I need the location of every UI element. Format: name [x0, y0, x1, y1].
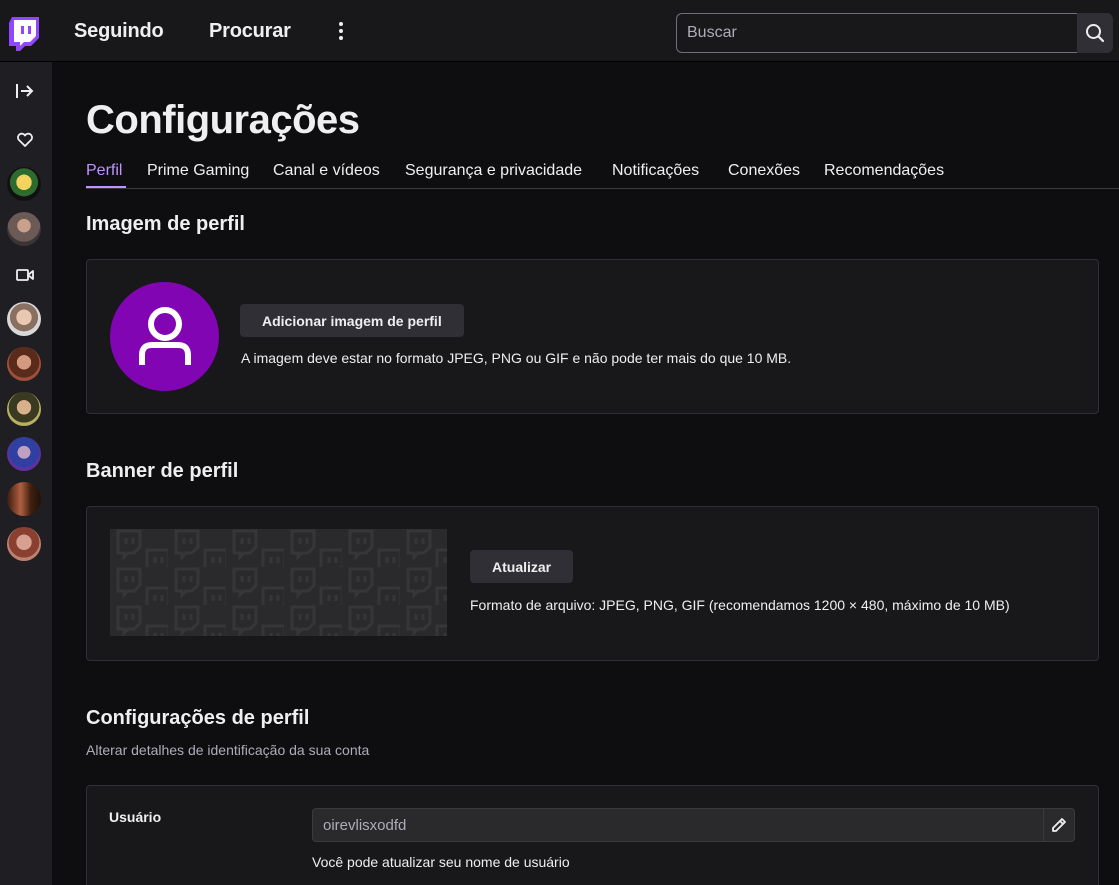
page-title: Configurações	[86, 98, 360, 142]
followed-channel-avatar[interactable]	[7, 437, 41, 471]
edit-username-button[interactable]	[1044, 808, 1075, 842]
more-options-icon[interactable]	[331, 20, 351, 44]
tab-recommendations[interactable]: Recomendações	[824, 162, 944, 180]
banner-hint: Formato de arquivo: JPEG, PNG, GIF (reco…	[470, 597, 1010, 613]
side-nav	[0, 62, 52, 885]
user-placeholder-icon	[138, 306, 191, 365]
active-tab-indicator	[86, 186, 126, 188]
profile-avatar[interactable]	[110, 282, 219, 391]
tab-security-privacy[interactable]: Segurança e privacidade	[405, 162, 582, 180]
followed-channel-avatar[interactable]	[7, 527, 41, 561]
search-input[interactable]	[676, 13, 1077, 53]
followed-channel-avatar[interactable]	[7, 167, 41, 201]
update-banner-button[interactable]: Atualizar	[470, 550, 574, 583]
tab-channel-videos[interactable]: Canal e vídeos	[273, 162, 380, 180]
top-nav: Seguindo Procurar	[0, 0, 1119, 62]
followed-channel-avatar[interactable]	[7, 347, 41, 381]
camera-icon[interactable]	[13, 263, 37, 287]
tab-notifications[interactable]: Notificações	[612, 162, 699, 180]
twitch-logo-icon[interactable]	[9, 17, 39, 51]
banner-title: Banner de perfil	[86, 460, 239, 482]
banner-card: Atualizar Formato de arquivo: JPEG, PNG,…	[86, 506, 1099, 661]
search-button[interactable]	[1077, 13, 1113, 53]
banner-preview[interactable]	[110, 529, 447, 636]
profile-settings-subtitle: Alterar detalhes de identificação da sua…	[86, 742, 370, 758]
tab-prime-gaming[interactable]: Prime Gaming	[147, 162, 249, 180]
followed-channel-avatar[interactable]	[7, 212, 41, 246]
settings-tabs: Perfil Prime Gaming Canal e vídeos Segur…	[86, 159, 1119, 189]
profile-image-card: Adicionar imagem de perfil A imagem deve…	[86, 259, 1099, 414]
profile-image-title: Imagem de perfil	[86, 213, 245, 235]
nav-browse[interactable]: Procurar	[209, 20, 291, 43]
pencil-icon	[1052, 818, 1066, 832]
glitch-pattern-icon	[110, 529, 447, 636]
profile-settings-card: Usuário Você pode atualizar seu nome de …	[86, 785, 1099, 885]
search-icon	[1086, 24, 1105, 43]
add-profile-image-button[interactable]: Adicionar imagem de perfil	[240, 304, 464, 337]
nav-following[interactable]: Seguindo	[74, 20, 164, 43]
settings-main: Configurações Perfil Prime Gaming Canal …	[52, 62, 1119, 885]
username-hint: Você pode atualizar seu nome de usuário	[312, 854, 570, 870]
expand-sidebar-icon[interactable]	[13, 79, 37, 103]
profile-image-hint: A imagem deve estar no formato JPEG, PNG…	[241, 350, 792, 366]
username-field[interactable]	[312, 808, 1044, 842]
tab-connections[interactable]: Conexões	[728, 162, 800, 180]
profile-settings-title: Configurações de perfil	[86, 707, 310, 729]
username-label: Usuário	[109, 809, 162, 825]
followed-channel-avatar[interactable]	[7, 302, 41, 336]
heart-icon[interactable]	[13, 128, 37, 152]
followed-channel-avatar[interactable]	[7, 392, 41, 426]
followed-channel-avatar[interactable]	[7, 482, 41, 516]
tab-profile[interactable]: Perfil	[86, 162, 122, 180]
